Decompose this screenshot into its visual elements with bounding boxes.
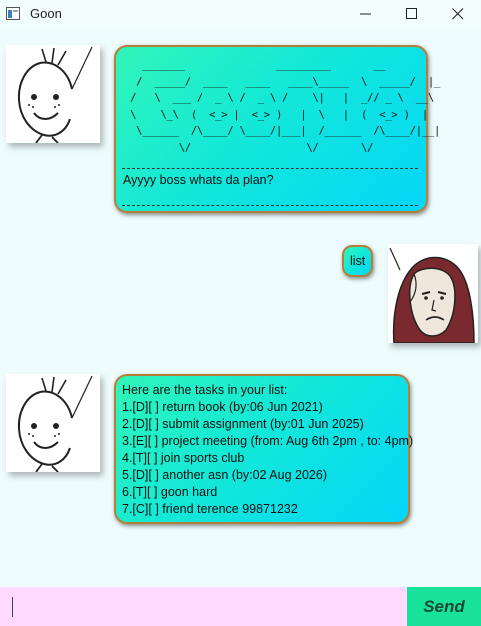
task-item: 4.[T][ ] join sports club	[122, 451, 245, 465]
separator-bottom	[122, 205, 418, 206]
user-message-bubble: list	[342, 245, 373, 277]
goon-face-icon	[17, 375, 93, 473]
task-item: 3.[E][ ] project meeting (from: Aug 6th …	[122, 434, 414, 448]
task-list: Here are the tasks in your list: 1.[D][ …	[122, 382, 413, 518]
window-title: Goon	[30, 6, 62, 21]
task-item: 7.[C][ ] friend terence 99871232	[122, 502, 298, 516]
title-bar: Goon	[0, 0, 481, 28]
ascii-logo: _______ _________ __ / _____/ ____ ____ …	[130, 59, 441, 154]
minimize-button[interactable]	[343, 0, 389, 28]
task-list-header: Here are the tasks in your list:	[122, 383, 288, 397]
task-item: 2.[D][ ] submit assignment (by:01 Jun 20…	[122, 417, 364, 431]
separator-top	[122, 168, 418, 169]
goon-face-icon	[17, 46, 93, 144]
user-message-text: list	[350, 254, 366, 268]
bot-tasklist-bubble: Here are the tasks in your list: 1.[D][ …	[114, 374, 413, 524]
task-item: 1.[D][ ] return book (by:06 Jun 2021)	[122, 400, 323, 414]
bot-greeting-bubble: _______ _________ __ / _____/ ____ ____ …	[114, 45, 440, 213]
task-item: 6.[T][ ] goon hard	[122, 485, 218, 499]
bot-avatar	[6, 374, 100, 473]
hooded-user-icon	[389, 247, 475, 344]
bot-avatar	[6, 45, 100, 144]
app-icon	[6, 7, 20, 20]
close-button[interactable]	[435, 0, 481, 28]
text-caret	[12, 597, 13, 617]
close-icon	[452, 8, 464, 20]
send-button[interactable]: Send	[407, 587, 481, 626]
user-avatar	[388, 244, 478, 344]
greeting-text: Ayyyy boss whats da plan?	[123, 173, 274, 187]
message-input[interactable]	[0, 587, 407, 626]
minimize-icon	[360, 13, 371, 15]
task-item: 5.[D][ ] another asn (by:02 Aug 2026)	[122, 468, 327, 482]
maximize-button[interactable]	[389, 0, 435, 28]
maximize-icon	[406, 8, 417, 19]
